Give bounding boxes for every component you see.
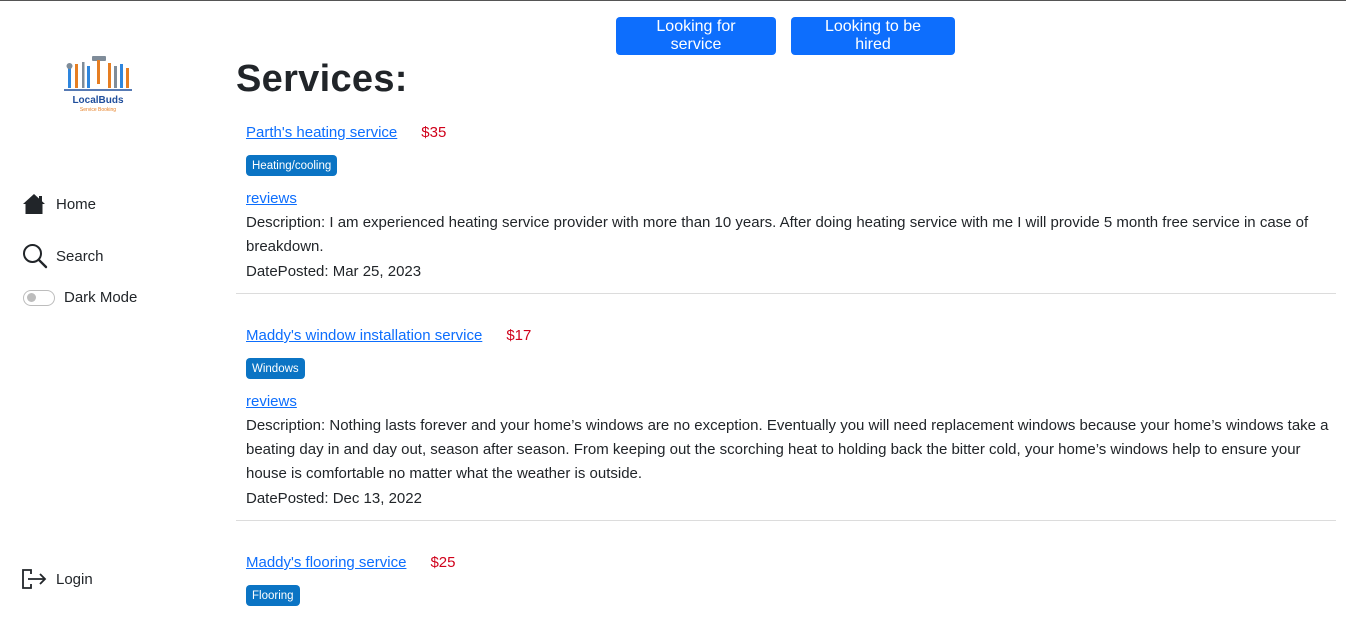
date-posted: DatePosted: Mar 25, 2023 xyxy=(246,263,422,280)
category-badge: Windows xyxy=(246,358,305,379)
service-description: Description: I am experienced heating se… xyxy=(246,214,1309,255)
nav-login[interactable]: Login xyxy=(22,566,93,592)
looking-to-be-hired-button[interactable]: Looking to be hired xyxy=(791,17,955,55)
category-badge: Flooring xyxy=(246,585,300,606)
service-price: $35 xyxy=(421,124,447,141)
home-icon xyxy=(22,191,48,217)
nav-home[interactable]: Home xyxy=(22,191,96,217)
service-name-link[interactable]: Maddy's flooring service xyxy=(246,554,406,571)
logo-tagline: Service Booking xyxy=(80,107,116,113)
listing-divider xyxy=(236,520,1336,521)
nav-search[interactable]: Search xyxy=(22,243,104,269)
service-price: $17 xyxy=(506,327,532,344)
listing-divider xyxy=(236,293,1336,294)
date-posted: DatePosted: Dec 13, 2022 xyxy=(246,490,422,507)
nav-home-label: Home xyxy=(56,195,97,213)
reviews-link[interactable]: reviews xyxy=(246,190,297,207)
service-description: Description: Nothing lasts forever and y… xyxy=(246,417,1329,482)
top-border xyxy=(0,0,1346,1)
localbuds-logo[interactable]: LocalBuds Service Booking xyxy=(62,54,134,116)
sidebar: LocalBuds Service Booking Home Search Da… xyxy=(0,0,200,617)
service-price: $25 xyxy=(430,554,456,571)
page-title: Services: xyxy=(236,58,408,100)
nav-search-label: Search xyxy=(56,247,104,265)
looking-for-service-button[interactable]: Looking for service xyxy=(616,17,776,55)
search-icon xyxy=(22,243,48,269)
category-badge: Heating/cooling xyxy=(246,155,338,176)
toggle-switch[interactable] xyxy=(23,289,55,306)
login-icon xyxy=(22,566,48,592)
service-name-link[interactable]: Parth's heating service xyxy=(246,124,397,141)
logo-tools-icon: LocalBuds Service Booking xyxy=(64,56,132,113)
reviews-link[interactable]: reviews xyxy=(246,393,297,410)
logo-text: LocalBuds xyxy=(72,95,124,106)
nav-login-label: Login xyxy=(56,570,93,588)
dark-mode-label: Dark Mode xyxy=(64,289,138,306)
service-name-link[interactable]: Maddy's window installation service xyxy=(246,327,482,344)
dark-mode-toggle[interactable]: Dark Mode xyxy=(22,289,137,306)
